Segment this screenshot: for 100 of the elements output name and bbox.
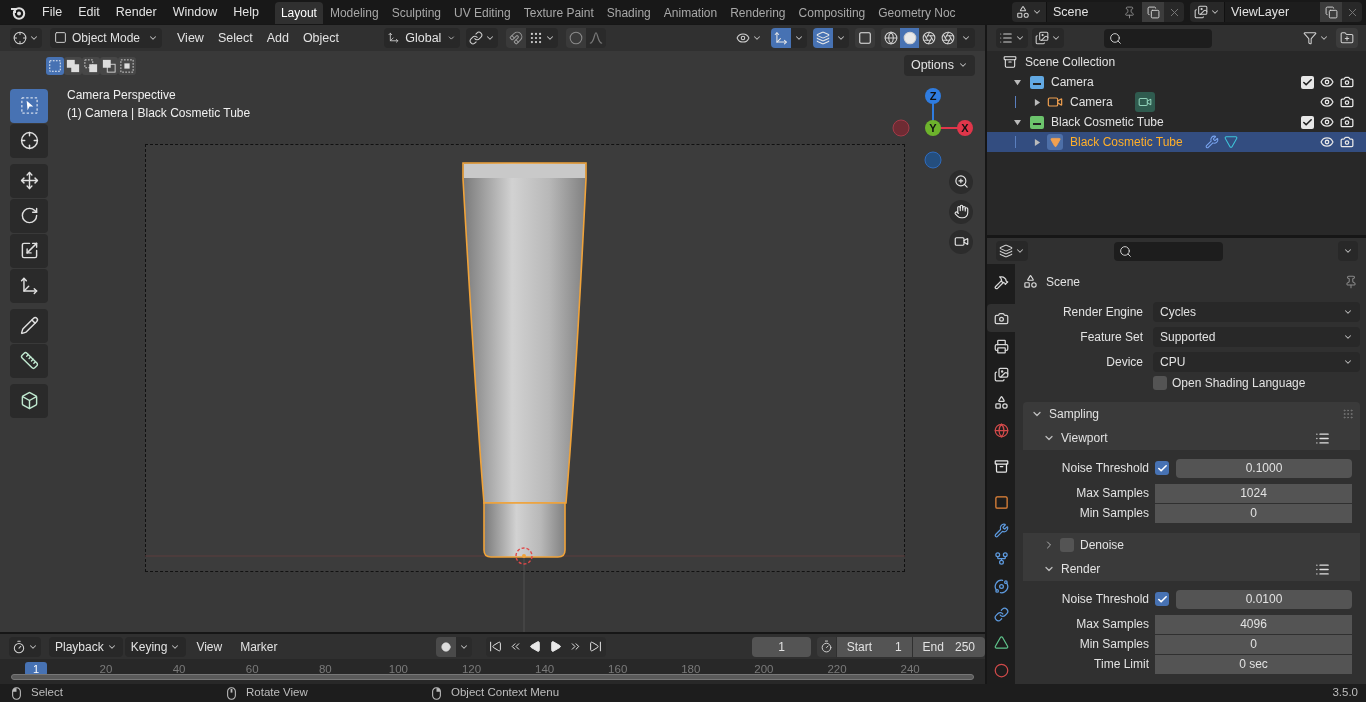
transform-tool-button[interactable] (10, 268, 48, 303)
toggle-options-dropdown[interactable] (791, 27, 807, 48)
intersect-select-mode-button[interactable] (118, 56, 136, 75)
set-select-mode-button[interactable] (46, 56, 64, 75)
menu-item[interactable]: Edit (70, 1, 108, 23)
new-scene-button[interactable] (1142, 2, 1164, 22)
menu-dropdown[interactable]: Playback (49, 636, 123, 657)
collapsed-arrow-icon[interactable] (1034, 138, 1041, 146)
select-tool-button[interactable] (10, 88, 48, 123)
number-field[interactable]: 0 sec (1155, 654, 1352, 674)
editor-type-button[interactable] (9, 636, 41, 657)
solid-shading-button[interactable] (900, 27, 919, 48)
workspace-tab[interactable]: Modeling (323, 2, 385, 24)
scene-browse-button[interactable] (1012, 2, 1046, 22)
display-mode-dropdown[interactable] (1032, 28, 1064, 48)
navigation-gizmo[interactable]: Z Y X (892, 87, 973, 169)
proportional-toggle[interactable] (566, 27, 586, 48)
menu-item[interactable]: Help (225, 1, 267, 23)
difference-select-mode-button[interactable] (100, 56, 118, 75)
annotate-tool-button[interactable] (10, 308, 48, 343)
menu-item[interactable]: Marker (232, 636, 286, 657)
new-view-layer-button[interactable] (1320, 2, 1342, 22)
rotate-tool-button[interactable] (10, 198, 48, 233)
outliner-row[interactable]: Camera (987, 72, 1366, 92)
extend-select-mode-button[interactable] (64, 56, 82, 75)
options-dropdown[interactable]: Options (903, 54, 975, 76)
pivot-dropdown[interactable] (466, 27, 498, 48)
dropdown[interactable]: CPU (1153, 351, 1360, 372)
menu-item[interactable]: File (34, 1, 71, 23)
outliner-row[interactable]: Black Cosmetic Tube (987, 132, 1366, 152)
workspace-tab[interactable]: Animation (657, 2, 724, 24)
move-tool-button[interactable] (10, 163, 48, 198)
menu-dropdown[interactable]: Keying (124, 636, 187, 657)
end-frame-field[interactable]: End 250 (912, 636, 985, 657)
snap-toggle[interactable] (506, 27, 526, 48)
orientation-dropdown[interactable]: Global (384, 27, 460, 48)
workspace-tab[interactable]: UV Editing (448, 2, 517, 24)
workspace-tab[interactable]: Rendering (724, 2, 792, 24)
checkbox[interactable] (1060, 538, 1074, 552)
scrollbar[interactable] (11, 674, 974, 680)
outliner-row[interactable]: Black Cosmetic Tube (987, 112, 1366, 132)
menu-item[interactable]: Window (164, 1, 226, 23)
dropdown[interactable]: Cycles (1153, 301, 1360, 322)
menu-item[interactable]: Object (295, 27, 346, 48)
include-checkbox[interactable] (1301, 115, 1314, 129)
tube-drawing[interactable] (462, 162, 587, 558)
collapsed-arrow-icon[interactable] (1034, 98, 1041, 106)
snap-target-dropdown[interactable] (526, 27, 558, 48)
checkbox[interactable] (1155, 592, 1169, 606)
camera-view-button[interactable] (949, 229, 973, 254)
search-field[interactable] (1114, 241, 1223, 261)
number-field[interactable]: 0.0100 (1176, 589, 1352, 609)
search-field[interactable] (1104, 28, 1212, 48)
workspace-tab[interactable]: Compositing (792, 2, 872, 24)
pan-button[interactable] (949, 199, 973, 224)
workspace-tab[interactable]: Sculpting (385, 2, 447, 24)
measure-tool-button[interactable] (10, 343, 48, 378)
number-field[interactable]: 0.1000 (1176, 458, 1352, 478)
checkbox[interactable] (1155, 461, 1169, 475)
delete-scene-button[interactable] (1164, 2, 1184, 22)
number-field[interactable]: 1024 (1155, 483, 1352, 503)
mode-dropdown[interactable]: Object Mode (50, 27, 162, 48)
current-frame-field[interactable]: 1 (751, 636, 812, 657)
outliner-row[interactable]: Camera (987, 92, 1366, 112)
menu-item[interactable]: Render (107, 1, 165, 23)
material-shading-button[interactable] (919, 27, 938, 48)
include-checkbox[interactable] (1301, 75, 1314, 89)
menu-item[interactable]: View (188, 636, 231, 657)
editor-type-button[interactable] (996, 28, 1028, 48)
cursor-tool-button[interactable] (10, 123, 48, 158)
workspace-tab[interactable]: Geometry Noc (872, 2, 962, 24)
subtract-select-mode-button[interactable] (82, 56, 100, 75)
editor-type-button[interactable] (10, 27, 42, 48)
scale-tool-button[interactable] (10, 233, 48, 268)
menu-item[interactable]: View (170, 27, 211, 48)
dropdown[interactable]: Supported (1153, 326, 1360, 347)
checkbox[interactable] (1153, 375, 1167, 390)
gizmo-toggle[interactable] (771, 27, 791, 48)
workspace-tab[interactable]: Layout (274, 2, 323, 24)
expanded-arrow-icon[interactable] (1014, 118, 1021, 126)
menu-item[interactable]: Select (210, 27, 260, 48)
logo-icon[interactable] (10, 4, 26, 20)
preview-range-toggle[interactable] (817, 636, 836, 657)
delete-view-layer-button[interactable] (1342, 2, 1362, 22)
view-layer-browse-button[interactable] (1190, 2, 1224, 22)
toggle-options-dropdown[interactable] (833, 27, 849, 48)
view-layer-name-field[interactable]: ViewLayer (1224, 2, 1320, 22)
rendered-shading-button[interactable] (938, 27, 957, 48)
overlay-toggle[interactable] (813, 27, 833, 48)
number-field[interactable]: 0 (1155, 503, 1352, 523)
editor-type-button[interactable] (996, 241, 1028, 261)
scene-name-field[interactable]: Scene (1046, 2, 1142, 22)
auto-key-toggle[interactable] (435, 636, 456, 657)
falloff-dropdown[interactable] (586, 27, 606, 48)
expanded-arrow-icon[interactable] (1014, 78, 1021, 86)
number-field[interactable]: 0 (1155, 634, 1352, 654)
workspace-tab[interactable]: Shading (600, 2, 657, 24)
wireframe-shading-button[interactable] (881, 27, 900, 48)
number-field[interactable]: 4096 (1155, 614, 1352, 634)
render-tab[interactable] (987, 304, 1015, 332)
